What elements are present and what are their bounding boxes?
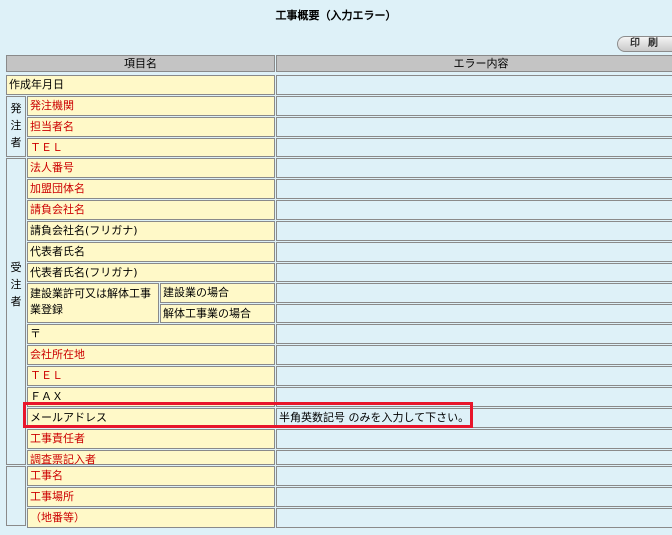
row-label-survey-author: 調査票記入者 xyxy=(27,450,275,465)
error-cell-representative xyxy=(276,242,672,262)
row-label-created-date: 作成年月日 xyxy=(6,75,275,95)
error-cell-fax xyxy=(276,387,672,407)
row-label-contractor-tel: ＴＥＬ xyxy=(27,366,275,386)
row-label-lot-number: （地番等） xyxy=(27,508,275,528)
row-label-contractor-name: 請負会社名 xyxy=(27,200,275,220)
row-label-contractor-name-kana: 請負会社名(フリガナ) xyxy=(27,221,275,241)
error-cell-person-in-charge xyxy=(276,117,672,137)
row-label-email: メールアドレス xyxy=(27,408,275,428)
print-button[interactable]: 印刷 xyxy=(617,36,672,52)
row-label-orderer-tel: ＴＥＬ xyxy=(27,138,275,157)
error-cell-license-demolition xyxy=(276,304,672,323)
error-cell-site-manager xyxy=(276,429,672,449)
row-label-representative: 代表者氏名 xyxy=(27,242,275,262)
column-header-item: 項目名 xyxy=(6,55,275,72)
error-cell-project-location xyxy=(276,487,672,507)
row-label-project-name: 工事名 xyxy=(27,466,275,486)
column-header-error: エラー内容 xyxy=(276,55,672,72)
error-cell-postal-code xyxy=(276,324,672,344)
row-label-license-demolition: 解体工事業の場合 xyxy=(160,304,275,323)
row-label-corporate-number: 法人番号 xyxy=(27,158,275,178)
error-cell-survey-author xyxy=(276,450,672,465)
row-label-postal-code: 〒 xyxy=(27,324,275,344)
error-cell-company-address xyxy=(276,345,672,365)
group-label-orderer: 発注者 xyxy=(6,96,26,157)
error-cell-contractor-name-kana xyxy=(276,221,672,241)
row-label-company-address: 会社所在地 xyxy=(27,345,275,365)
group-label-project xyxy=(6,466,26,526)
page-title: 工事概要（入力エラー） xyxy=(275,9,397,22)
row-label-license-construction: 建設業の場合 xyxy=(160,283,275,303)
row-label-fax: ＦＡＸ xyxy=(27,387,275,407)
group-label-contractor: 受注者 xyxy=(6,158,26,465)
error-table: 項目名 エラー内容 作成年月日 発注者 発注機関 担当者名 ＴＥＬ 受注者 法人… xyxy=(6,55,672,535)
error-cell-ordering-agency xyxy=(276,96,672,116)
error-cell-email: 半角英数記号 のみを入力して下さい。 xyxy=(276,408,672,428)
row-label-representative-kana: 代表者氏名(フリガナ) xyxy=(27,263,275,282)
error-cell-contractor-tel xyxy=(276,366,672,386)
row-label-project-location: 工事場所 xyxy=(27,487,275,507)
row-label-site-manager: 工事責任者 xyxy=(27,429,275,449)
error-cell-created-date xyxy=(276,75,672,95)
error-cell-representative-kana xyxy=(276,263,672,282)
error-cell-contractor-name xyxy=(276,200,672,220)
error-cell-license-construction xyxy=(276,283,672,303)
row-label-ordering-agency: 発注機関 xyxy=(27,96,275,116)
error-cell-orderer-tel xyxy=(276,138,672,157)
error-cell-lot-number xyxy=(276,508,672,528)
row-label-license: 建設業許可又は解体工事業登録 xyxy=(27,283,159,323)
error-cell-project-name xyxy=(276,466,672,486)
row-label-person-in-charge: 担当者名 xyxy=(27,117,275,137)
error-cell-corporate-number xyxy=(276,158,672,178)
error-cell-member-org xyxy=(276,179,672,199)
row-label-member-org: 加盟団体名 xyxy=(27,179,275,199)
